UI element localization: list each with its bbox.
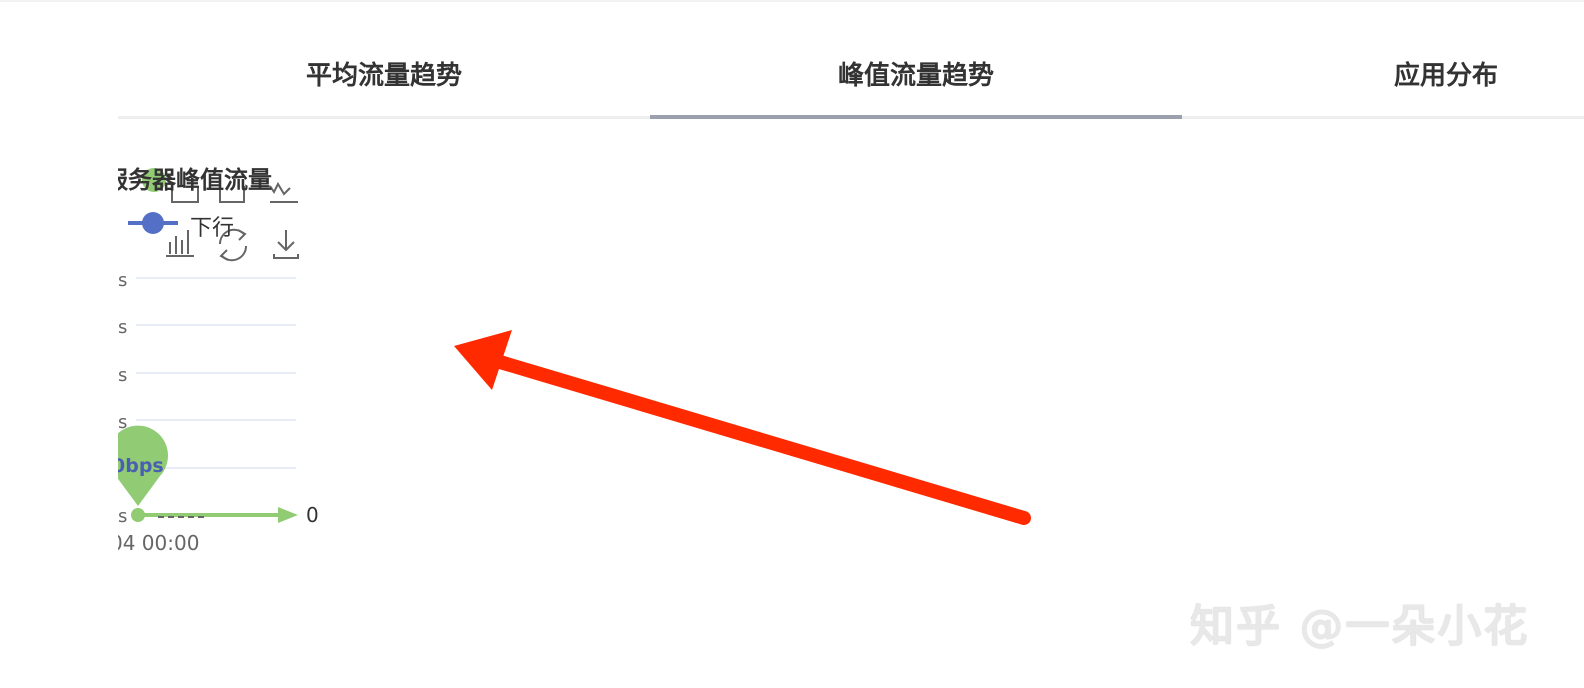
tab-application-distribution[interactable]: 应用分布: [1182, 30, 1584, 116]
mark-point-label: 0bps: [118, 455, 164, 477]
watermark: 知乎 @一朵小花: [1190, 601, 1530, 652]
top-divider: [0, 0, 1584, 2]
right-edge-label: 0: [306, 503, 318, 527]
tab-peak-traffic-trend[interactable]: 峰值流量趋势: [650, 30, 1182, 116]
chart-title: 服务器峰值流量: [118, 166, 272, 194]
peak-traffic-chart: s s s s s 0bps 04 00:00 0 服务器峰值流量 下行: [118, 150, 318, 570]
y-tick-label: s: [118, 365, 127, 386]
red-arrow-annotation: [454, 330, 1031, 525]
legend-marker-downlink[interactable]: [142, 212, 164, 234]
tab-average-traffic-trend[interactable]: 平均流量趋势: [118, 30, 650, 116]
data-point[interactable]: [131, 508, 145, 522]
download-icon[interactable]: [273, 230, 299, 259]
x-axis-arrow: [278, 507, 298, 523]
line-chart-icon[interactable]: [269, 181, 298, 203]
y-tick-label: s: [118, 270, 127, 291]
legend-item-downlink[interactable]: 下行: [190, 210, 234, 242]
y-tick-label: s: [118, 317, 127, 338]
active-tab-indicator: [650, 115, 1182, 119]
x-tick-label: 04 00:00: [118, 531, 199, 555]
tab-bar: 平均流量趋势 峰值流量趋势 应用分布: [118, 30, 1584, 120]
y-tick-label: s: [118, 506, 127, 527]
